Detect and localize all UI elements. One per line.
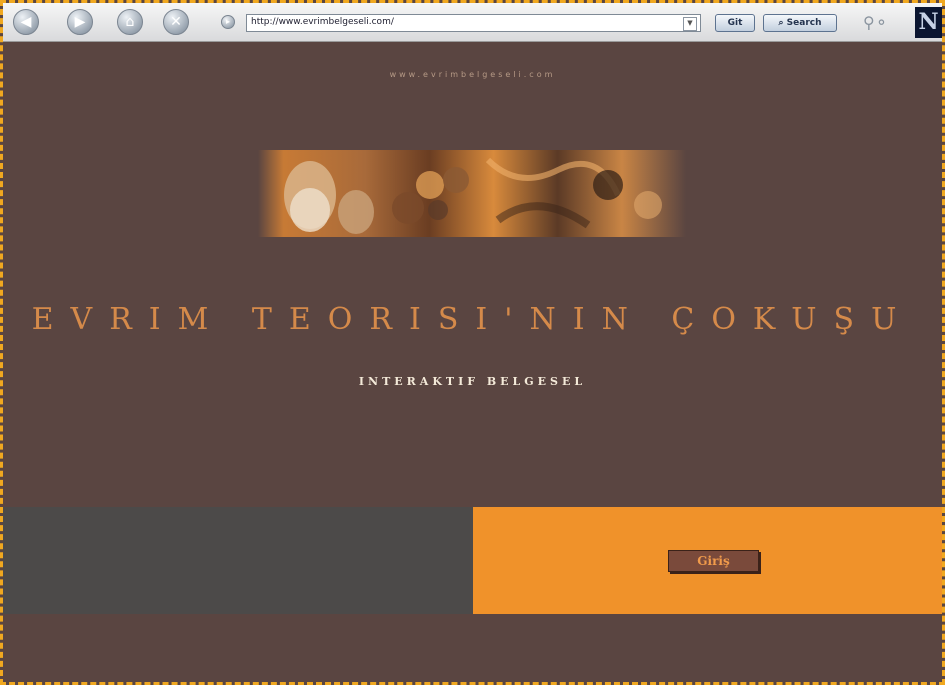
search-button[interactable]: ⌕ Search <box>763 14 837 32</box>
stop-button[interactable]: ✕ <box>163 9 189 35</box>
banner-image <box>258 150 686 237</box>
chevron-down-icon[interactable]: ▼ <box>683 17 697 31</box>
connection-status-icon: ⚲⚬ <box>863 13 889 32</box>
forward-button[interactable]: ▶ <box>67 9 93 35</box>
home-button[interactable]: ⌂ <box>117 9 143 35</box>
page-subtitle: INTERAKTIF BELGESEL <box>358 375 587 388</box>
go-button[interactable]: Git <box>715 14 755 32</box>
banner-collage-illustration <box>284 157 662 234</box>
search-icon: ⌕ <box>778 18 784 28</box>
browser-toolbar: ◀ ▶ ⌂ ✕ ▸ http://www.evrimbelgeseli.com/… <box>3 3 942 42</box>
browser-logo: N <box>915 7 942 38</box>
search-button-label: Search <box>786 18 822 28</box>
address-bar[interactable]: http://www.evrimbelgeseli.com/ ▼ <box>246 14 701 32</box>
page-title: EVRIM TEORISI'NIN ÇOKUŞU <box>31 302 914 337</box>
back-button[interactable]: ◀ <box>13 9 39 35</box>
site-url: www.evrimbelgeseli.com <box>389 70 556 79</box>
enter-button[interactable]: Giriş <box>668 550 759 572</box>
refresh-button[interactable]: ▸ <box>221 15 235 29</box>
address-text: http://www.evrimbelgeseli.com/ <box>251 17 394 27</box>
